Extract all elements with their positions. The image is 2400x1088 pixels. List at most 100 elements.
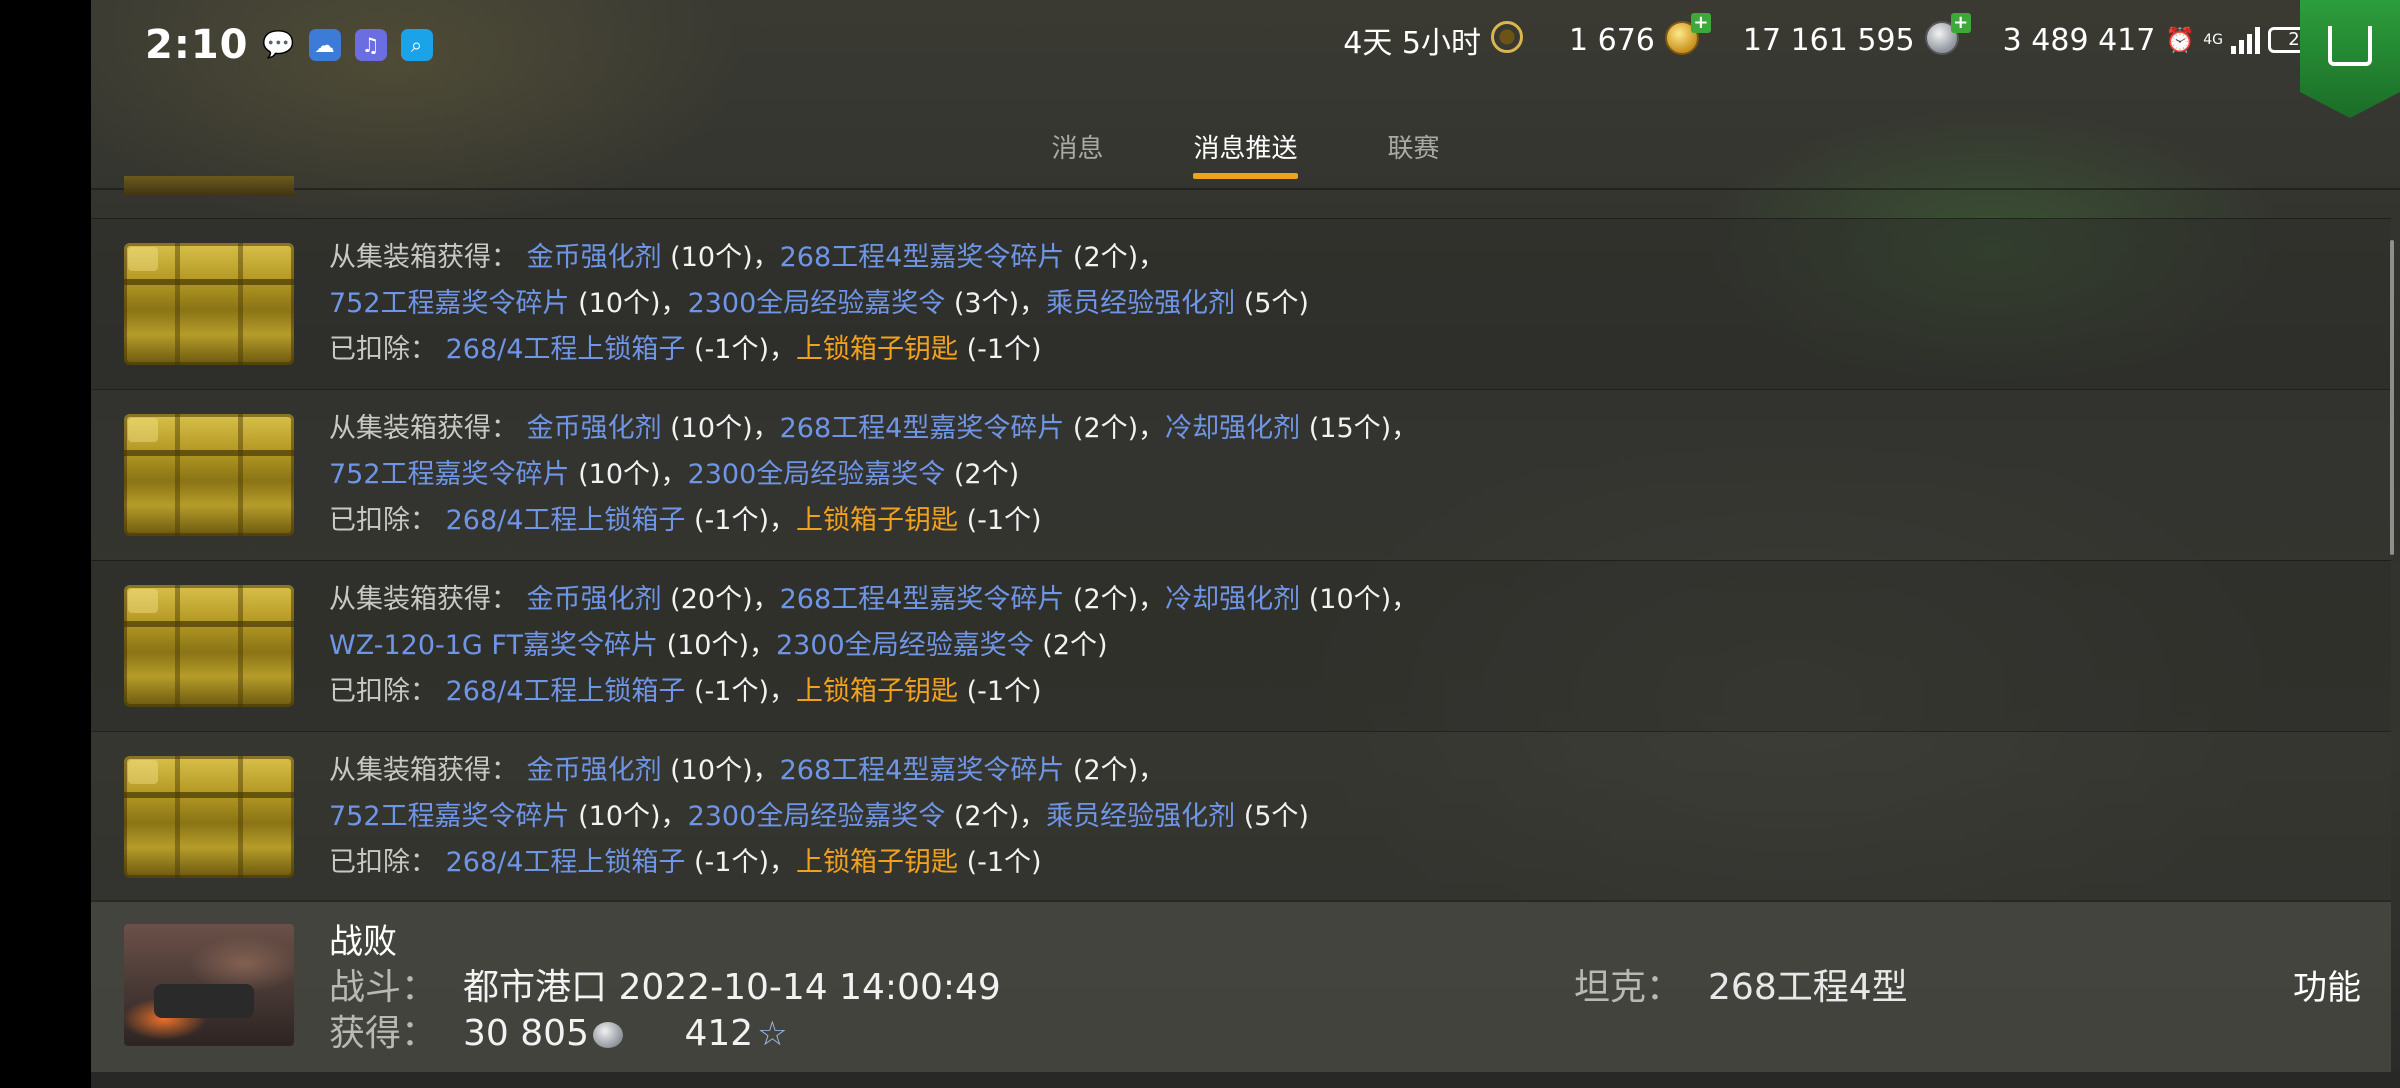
item-link[interactable]: 2300全局经验嘉奖令	[688, 459, 946, 490]
item-quantity: (-1个)	[957, 676, 1042, 707]
item-link[interactable]: 268工程4型嘉奖令碎片	[780, 413, 1065, 444]
add-gold-icon[interactable]: +	[1690, 13, 1711, 33]
tank-name: 268工程4型	[1708, 967, 1908, 1008]
previous-item-thumbnail	[124, 176, 294, 196]
item-link[interactable]: 268工程4型嘉奖令碎片	[780, 755, 1065, 786]
item-link[interactable]: 2300全局经验嘉奖令	[688, 288, 946, 319]
list-item[interactable]: 从集装箱获得： 金币强化剂 (10个)，268工程4型嘉奖令碎片 (2个)，冷却…	[91, 389, 2391, 560]
item-quantity: (-1个)	[957, 847, 1042, 878]
reward-line: 752工程嘉奖令碎片 (10个)，2300全局经验嘉奖令 (2个)，乘员经验强化…	[329, 794, 1309, 840]
alarm-icon: ⏰	[2165, 26, 2196, 54]
add-credits-icon[interactable]: +	[1950, 13, 1971, 33]
item-link[interactable]: 上锁箱子钥匙	[796, 505, 958, 536]
container-box-image	[124, 756, 294, 878]
item-link[interactable]: 金币强化剂	[527, 755, 662, 786]
tab-message-push[interactable]: 消息推送	[1193, 128, 1298, 179]
message-text: 从集装箱获得： 金币强化剂 (10个)，268工程4型嘉奖令碎片 (2个)，冷却…	[329, 406, 1418, 544]
list-item[interactable]: 从集装箱获得： 金币强化剂 (20个)，268工程4型嘉奖令碎片 (2个)，冷却…	[91, 560, 2391, 731]
item-link[interactable]: 752工程嘉奖令碎片	[329, 801, 570, 832]
item-link[interactable]: 冷却强化剂	[1165, 413, 1300, 444]
item-link[interactable]: 上锁箱子钥匙	[796, 847, 958, 878]
cloud-icon: ☁	[308, 29, 341, 61]
deducted-line: 已扣除： 268/4工程上锁箱子 (-1个)，上锁箱子钥匙 (-1个)	[329, 327, 1309, 373]
item-link[interactable]: 268/4工程上锁箱子	[446, 334, 686, 365]
gold-balance[interactable]: 1 676 +	[1569, 13, 1711, 59]
reward-line: 从集装箱获得： 金币强化剂 (10个)，268工程4型嘉奖令碎片 (2个)，	[329, 235, 1309, 281]
status-bar-left: 2:10 💬 ☁ ♫ ⌕	[145, 22, 433, 68]
container-box-image	[124, 243, 294, 365]
premium-time-value: 4天 5小时	[1343, 26, 1481, 61]
item-link[interactable]: 268工程4型嘉奖令碎片	[780, 242, 1065, 273]
item-quantity: (-1个)，	[685, 847, 796, 878]
reward-line: WZ-120-1G FT嘉奖令碎片 (10个)，2300全局经验嘉奖令 (2个)	[329, 623, 1418, 669]
item-quantity: (3个)，	[945, 288, 1047, 319]
message-list[interactable]: 从集装箱获得： 金币强化剂 (10个)，268工程4型嘉奖令碎片 (2个)， 75…	[91, 218, 2391, 902]
tab-bar: 消息 消息推送 联赛	[91, 128, 2400, 179]
item-link[interactable]: 金币强化剂	[527, 584, 662, 615]
item-quantity: (10个)，	[661, 413, 780, 444]
item-link[interactable]: WZ-120-1G FT嘉奖令碎片	[329, 630, 658, 661]
earned-xp: 412	[684, 1013, 754, 1054]
item-quantity: (2个)，	[1064, 242, 1166, 273]
game-screen: 2:10 💬 ☁ ♫ ⌕ 4天 5小时 1 676 + 17 161 595 +…	[91, 0, 2400, 1088]
message-text: 从集装箱获得： 金币强化剂 (20个)，268工程4型嘉奖令碎片 (2个)，冷却…	[329, 577, 1418, 715]
list-item[interactable]: 从集装箱获得： 金币强化剂 (10个)，268工程4型嘉奖令碎片 (2个)， 75…	[91, 218, 2391, 389]
item-link[interactable]: 上锁箱子钥匙	[796, 334, 958, 365]
shop-button[interactable]	[2300, 0, 2400, 118]
item-quantity: (10个)，	[569, 288, 688, 319]
free-xp-balance[interactable]: 3 489 417 ⏰ 4G 2	[2003, 23, 2320, 58]
battle-outcome: 战败	[329, 922, 397, 962]
tab-messages[interactable]: 消息	[1051, 128, 1103, 179]
item-link[interactable]: 乘员经验强化剂	[1046, 801, 1235, 832]
line-label: 已扣除：	[329, 334, 446, 365]
item-link[interactable]: 268工程4型嘉奖令碎片	[780, 584, 1065, 615]
xp-star-icon: ☆	[757, 1014, 788, 1054]
clock: 2:10	[145, 22, 249, 68]
line-label: 从集装箱获得：	[329, 413, 527, 444]
line-label: 已扣除：	[329, 676, 446, 707]
item-link[interactable]: 冷却强化剂	[1165, 584, 1300, 615]
item-link[interactable]: 上锁箱子钥匙	[796, 676, 958, 707]
item-quantity: (2个)，	[1064, 413, 1166, 444]
item-link[interactable]: 268/4工程上锁箱子	[446, 676, 686, 707]
premium-time[interactable]: 4天 5小时	[1343, 18, 1529, 62]
item-link[interactable]: 乘员经验强化剂	[1046, 288, 1235, 319]
tab-league[interactable]: 联赛	[1388, 128, 1440, 179]
battle-info: 战斗： 都市港口 2022-10-14 14:00:49	[329, 958, 1001, 1010]
signal-icon	[2231, 26, 2260, 54]
function-button[interactable]: 功能	[2293, 960, 2361, 1009]
item-link[interactable]: 752工程嘉奖令碎片	[329, 459, 570, 490]
reward-line: 从集装箱获得： 金币强化剂 (10个)，268工程4型嘉奖令碎片 (2个)，冷却…	[329, 406, 1418, 452]
item-quantity: (-1个)，	[685, 334, 796, 365]
item-quantity: (20个)，	[661, 584, 780, 615]
item-quantity: (-1个)，	[685, 505, 796, 536]
item-quantity: (10个)，	[1300, 584, 1419, 615]
line-label: 从集装箱获得：	[329, 242, 527, 273]
item-link[interactable]: 268/4工程上锁箱子	[446, 847, 686, 878]
item-link[interactable]: 752工程嘉奖令碎片	[329, 288, 570, 319]
message-text: 从集装箱获得： 金币强化剂 (10个)，268工程4型嘉奖令碎片 (2个)， 75…	[329, 235, 1309, 373]
search-icon: ⌕	[400, 29, 433, 61]
item-quantity: (-1个)	[957, 334, 1042, 365]
free-xp-value: 3 489 417	[2002, 22, 2156, 58]
item-link[interactable]: 2300全局经验嘉奖令	[776, 630, 1034, 661]
item-link[interactable]: 2300全局经验嘉奖令	[688, 801, 946, 832]
battle-result-item[interactable]: 战败 战斗： 都市港口 2022-10-14 14:00:49 获得： 30 805…	[91, 900, 2391, 1072]
laurel-icon	[1490, 21, 1529, 59]
credits-value: 17 161 595	[1742, 22, 1915, 58]
credits-balance[interactable]: 17 161 595 +	[1742, 13, 1971, 59]
item-link[interactable]: 金币强化剂	[527, 242, 662, 273]
container-box-image	[124, 414, 294, 536]
item-quantity: (10个)，	[661, 242, 780, 273]
list-item[interactable]: 从集装箱获得： 金币强化剂 (10个)，268工程4型嘉奖令碎片 (2个)， 75…	[91, 731, 2391, 902]
container-box-image	[124, 585, 294, 707]
reward-line: 从集装箱获得： 金币强化剂 (20个)，268工程4型嘉奖令碎片 (2个)，冷却…	[329, 577, 1418, 623]
item-quantity: (5个)	[1235, 288, 1309, 319]
deducted-line: 已扣除： 268/4工程上锁箱子 (-1个)，上锁箱子钥匙 (-1个)	[329, 669, 1418, 715]
reward-line: 752工程嘉奖令碎片 (10个)，2300全局经验嘉奖令 (2个)	[329, 452, 1418, 498]
message-text: 从集装箱获得： 金币强化剂 (10个)，268工程4型嘉奖令碎片 (2个)， 75…	[329, 748, 1309, 886]
item-link[interactable]: 金币强化剂	[527, 413, 662, 444]
silver-coin-icon	[592, 1022, 623, 1048]
item-link[interactable]: 268/4工程上锁箱子	[446, 505, 686, 536]
scrollbar[interactable]	[2390, 240, 2394, 555]
